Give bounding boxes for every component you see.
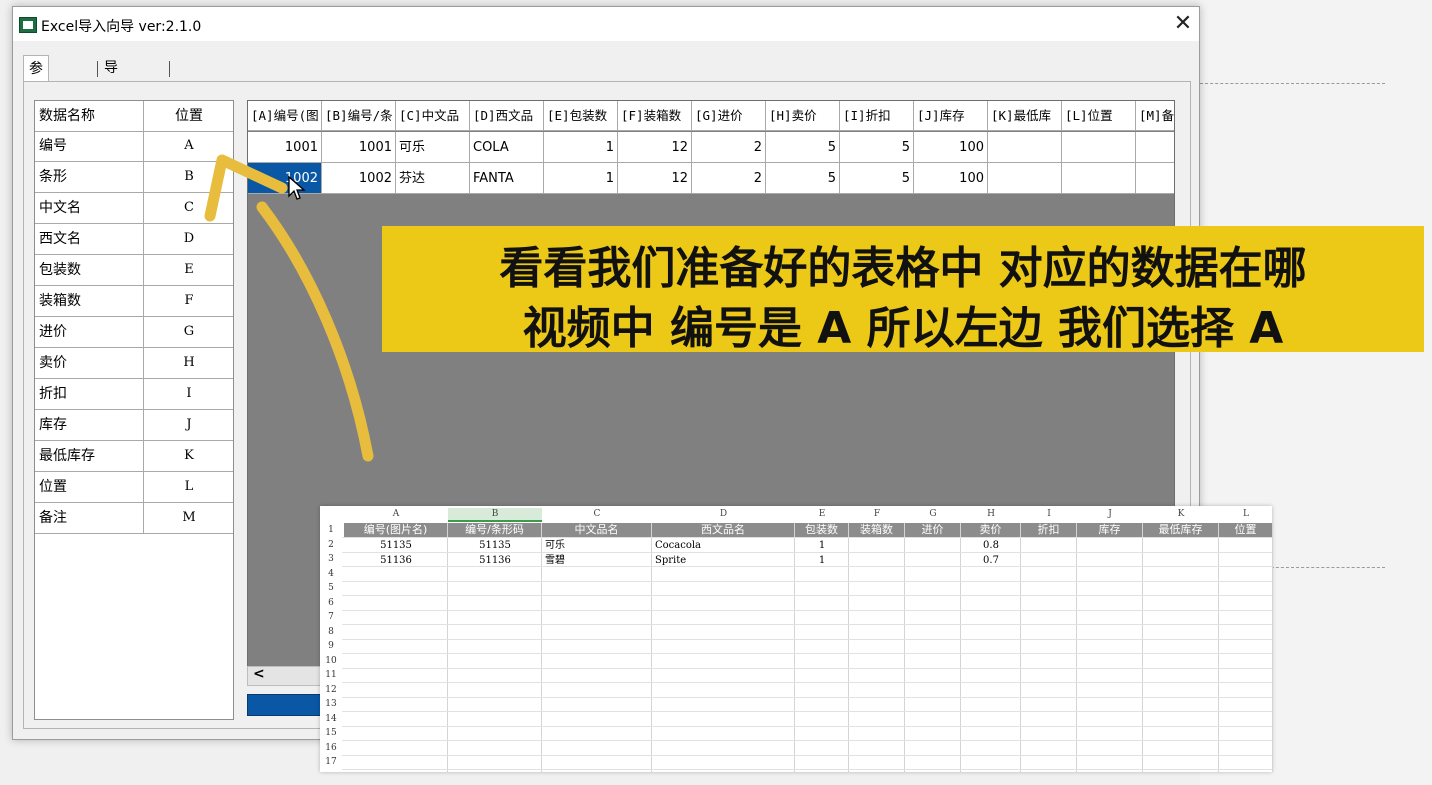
sheet-col-letter[interactable]: C <box>542 508 652 520</box>
sheet-gridline <box>342 667 1272 669</box>
sheet-header-cell[interactable]: 装箱数 <box>849 523 904 537</box>
sheet-row-number[interactable]: 14 <box>320 712 342 726</box>
sheet-row-number[interactable]: 11 <box>320 668 342 682</box>
sheet-header-cell[interactable]: 位置 <box>1219 523 1272 537</box>
sheet-gridline <box>342 551 1272 553</box>
sheet-col-letter[interactable]: H <box>961 508 1021 520</box>
sheet-row-number[interactable]: 17 <box>320 755 342 769</box>
sheet-row-number[interactable]: 12 <box>320 683 342 697</box>
sheet-header-cell[interactable]: 中文品名 <box>542 523 651 537</box>
sheet-row-number[interactable]: 9 <box>320 639 342 653</box>
sheet-col-letter[interactable]: D <box>652 508 795 520</box>
sheet-header-cell[interactable]: 库存 <box>1077 523 1142 537</box>
sheet-gridline <box>342 580 1272 582</box>
sheet-row-number[interactable]: 6 <box>320 596 342 610</box>
sheet-gridline <box>1272 523 1273 772</box>
caption-line-2: 视频中 编号是 A 所以左边 我们选择 A <box>522 303 1284 354</box>
sheet-row-number[interactable]: 3 <box>320 552 342 566</box>
sheet-header-cell[interactable]: 折扣 <box>1021 523 1076 537</box>
sheet-gridline <box>342 609 1272 611</box>
sheet-gridline <box>342 624 1272 625</box>
sheet-header-cell[interactable]: 西文品名 <box>652 523 794 537</box>
sheet-gridline <box>342 725 1272 727</box>
sheet-row-number[interactable]: 4 <box>320 567 342 581</box>
sheet-header-cell[interactable]: 包装数 <box>795 523 848 537</box>
sheet-row-number[interactable]: 1 <box>320 523 342 537</box>
sheet-header-cell[interactable]: 进价 <box>905 523 960 537</box>
sheet-row-number[interactable]: 2 <box>320 538 342 552</box>
sheet-row-number[interactable]: 10 <box>320 654 342 668</box>
sheet-gridline <box>342 754 1272 756</box>
sheet-col-letter[interactable]: K <box>1143 508 1219 520</box>
excel-sheet-overlay: A 编号(图片名) 51135 51136 B 编号/条形码 51135 51136 C 中文品名… <box>320 506 1273 772</box>
sheet-col-letter[interactable]: G <box>905 508 961 520</box>
sheet-gridline <box>342 595 1272 596</box>
sheet-gridline <box>342 696 1272 698</box>
sheet-col-letter[interactable]: A <box>344 508 448 520</box>
video-caption: 看看我们准备好的表格中 对应的数据在哪 视频中 编号是 A 所以左边 我们选择 … <box>382 226 1424 354</box>
sheet-header-cell[interactable]: 最低库存 <box>1143 523 1218 537</box>
caption-line-1: 看看我们准备好的表格中 对应的数据在哪 <box>499 243 1307 294</box>
sheet-header-cell[interactable]: 卖价 <box>961 523 1020 537</box>
sheet-gridline <box>342 740 1272 741</box>
sheet-gridline <box>342 638 1272 640</box>
sheet-row-number[interactable]: 16 <box>320 741 342 755</box>
sheet-col-letter[interactable]: I <box>1021 508 1077 520</box>
sheet-gridline <box>342 566 1272 567</box>
sheet-col-letter[interactable]: F <box>849 508 905 520</box>
sheet-row-number[interactable]: 8 <box>320 625 342 639</box>
sheet-gridline <box>342 711 1272 712</box>
sheet-header-cell[interactable]: 编号/条形码 <box>448 523 541 537</box>
sheet-gridline <box>342 537 1272 538</box>
sheet-gridline <box>342 769 1272 770</box>
sheet-row-number[interactable]: 5 <box>320 581 342 595</box>
sheet-col-letter[interactable]: J <box>1077 508 1143 520</box>
sheet-gridline <box>342 682 1272 683</box>
sheet-row-number[interactable]: 15 <box>320 726 342 740</box>
sheet-row-number[interactable]: 13 <box>320 697 342 711</box>
sheet-row-number[interactable]: 7 <box>320 610 342 624</box>
sheet-header-cell[interactable]: 编号(图片名) <box>344 523 447 537</box>
sheet-col-letter[interactable]: L <box>1219 508 1273 520</box>
sheet-col-letter[interactable]: B <box>448 508 542 522</box>
sheet-col-letter[interactable]: E <box>795 508 849 520</box>
sheet-gridline <box>342 653 1272 654</box>
